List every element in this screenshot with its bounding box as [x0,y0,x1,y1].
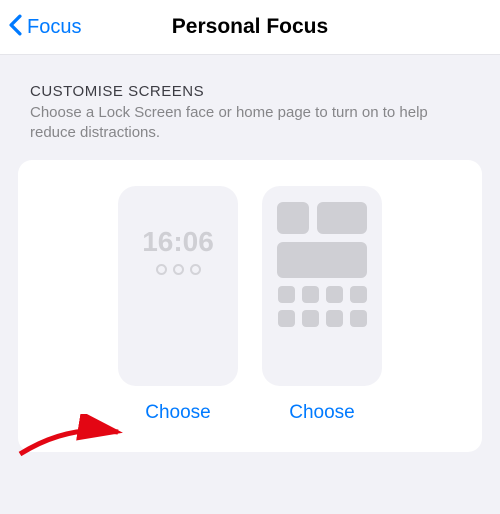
back-label: Focus [27,16,81,39]
choose-home-button[interactable]: Choose [289,402,355,424]
lock-screen-preview[interactable]: 16:06 [118,186,238,386]
home-screen-column: Choose [259,186,385,424]
dot-icon [156,264,167,275]
widget-icon [317,202,367,234]
section-header: CUSTOMISE SCREENS Choose a Lock Screen f… [0,55,500,150]
dot-icon [190,264,201,275]
widget-row [277,202,367,234]
app-icon [302,286,319,303]
app-icon [302,310,319,327]
lock-screen-column: 16:06 Choose [115,186,241,424]
widget-icon [277,202,309,234]
previews-row: 16:06 Choose [36,186,464,424]
customise-card: 16:06 Choose [18,160,482,452]
chevron-left-icon [8,14,23,41]
nav-bar: Focus Personal Focus [0,0,500,55]
lock-time: 16:06 [142,226,214,258]
app-icon [350,310,367,327]
dot-icon [173,264,184,275]
choose-lock-button[interactable]: Choose [145,402,211,424]
app-icon [278,286,295,303]
app-icon [350,286,367,303]
app-icon [326,286,343,303]
section-title: CUSTOMISE SCREENS [30,83,470,100]
back-button[interactable]: Focus [8,14,81,41]
lock-dots [156,264,201,275]
app-grid [278,286,367,327]
home-screen-preview[interactable] [262,186,382,386]
section-description: Choose a Lock Screen face or home page t… [30,103,470,144]
widget-icon [277,242,367,278]
app-icon [326,310,343,327]
app-icon [278,310,295,327]
